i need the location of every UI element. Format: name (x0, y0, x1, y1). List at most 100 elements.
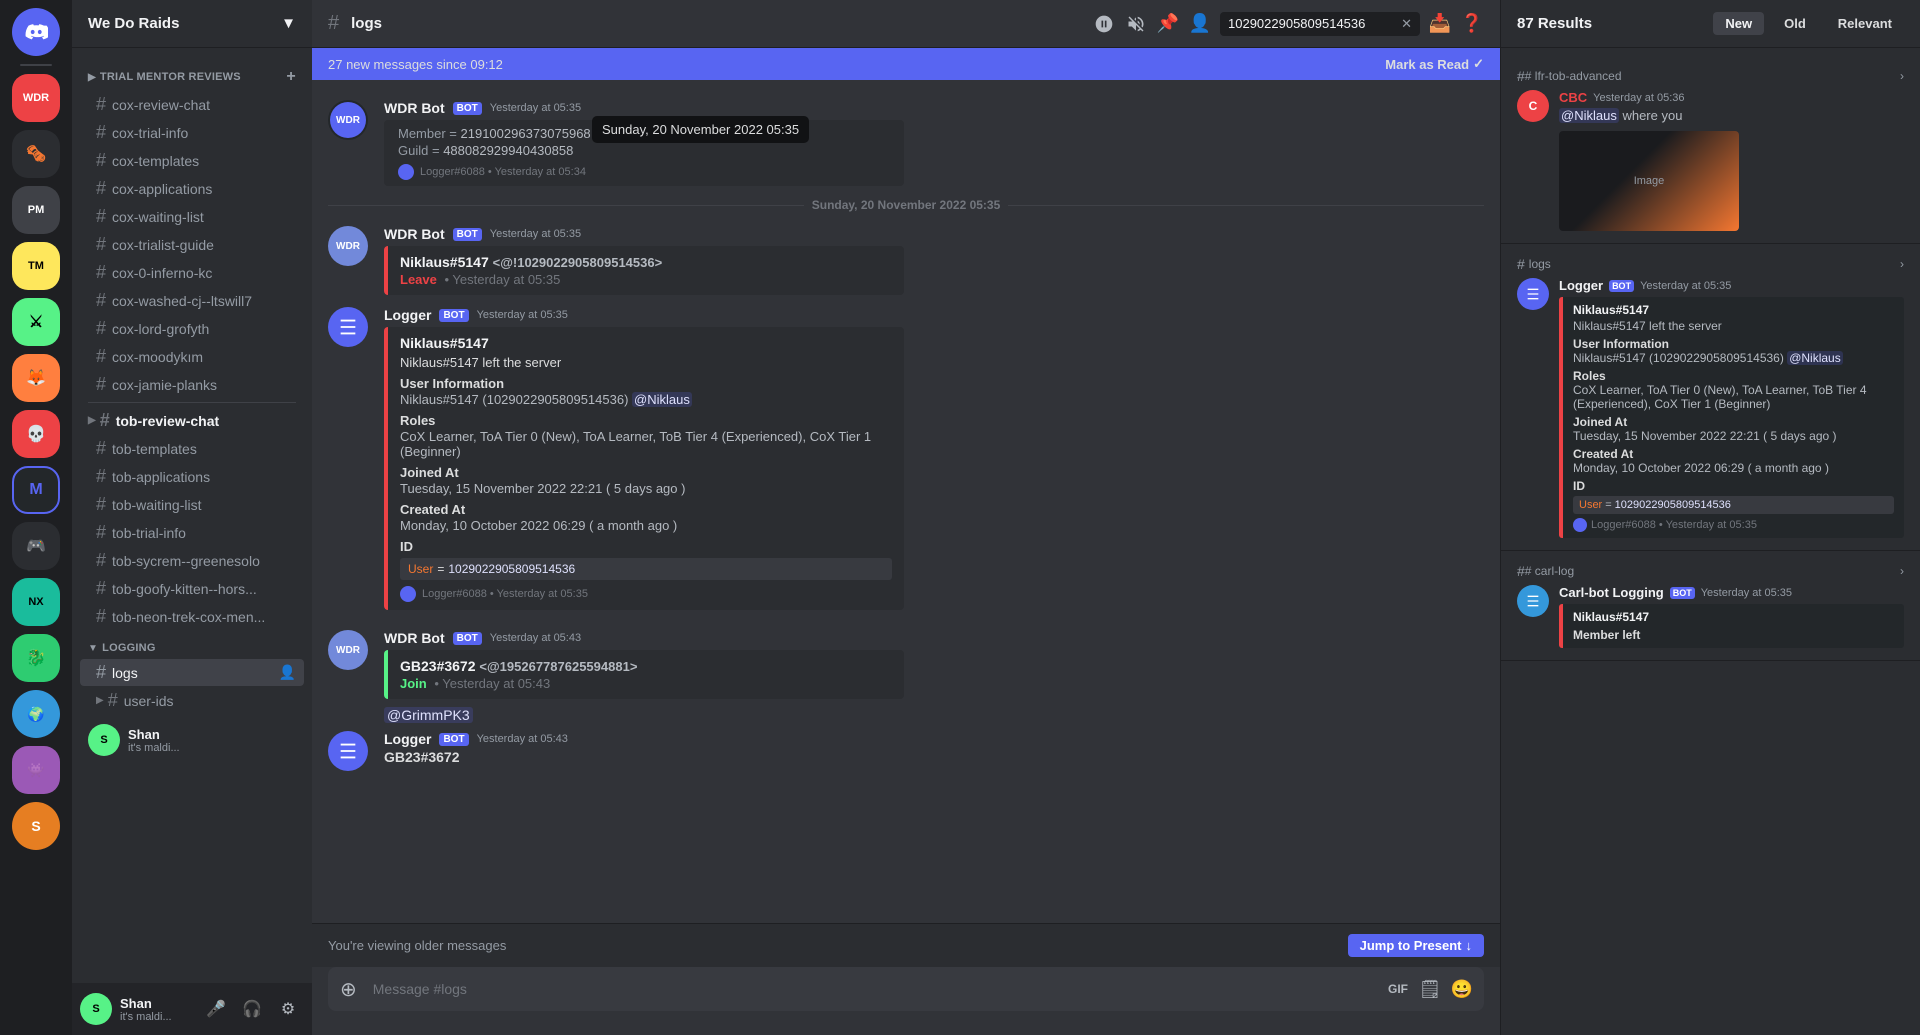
help-icon[interactable]: ❓ (1460, 12, 1484, 36)
server-icon-13[interactable]: 👾 (12, 746, 60, 794)
message-input-field[interactable] (369, 973, 1376, 1005)
server-icon-8[interactable]: M (12, 466, 60, 514)
server-icon-14[interactable]: S (12, 802, 60, 850)
channel-cox-review-chat[interactable]: #cox-review-chat (80, 91, 304, 118)
category-trial-mentor-reviews[interactable]: ▶ TRIAL MENTOR REVIEWS + (72, 64, 312, 90)
emoji-btn[interactable]: 😀 (1448, 975, 1476, 1003)
channel-tob-goofy-kitten[interactable]: #tob-goofy-kitten--hors... (80, 575, 304, 602)
channel-cox-templates[interactable]: #cox-templates (80, 147, 304, 174)
channel-tob-neon-trek[interactable]: #tob-neon-trek-cox-men... (80, 603, 304, 630)
search-clear-btn[interactable]: ✕ (1401, 16, 1412, 32)
filter-relevant-btn[interactable]: Relevant (1826, 12, 1904, 35)
carl-embed: Niklaus#5147 Member left (1559, 604, 1904, 648)
channel-cox-trialist-guide[interactable]: #cox-trialist-guide (80, 231, 304, 258)
server-header[interactable]: We Do Raids ▼ (72, 0, 312, 48)
jump-to-present-btn[interactable]: Jump to Present ↓ (1348, 934, 1484, 957)
channel-cox-0-inferno-kc[interactable]: #cox-0-inferno-kc (80, 259, 304, 286)
wdr-leave-embed-2: Niklaus#5147 <@!1029022905809514536> Lea… (384, 246, 904, 295)
carlbot-avatar (1517, 585, 1549, 617)
channel-tob-waiting-list[interactable]: #tob-waiting-list (80, 491, 304, 518)
member-list-toggle-icon[interactable]: 👤 (1188, 12, 1212, 36)
channel-tob-sycrem[interactable]: #tob-sycrem--greenesolo (80, 547, 304, 574)
settings-button[interactable]: ⚙ (272, 993, 304, 1025)
add-channel-btn[interactable]: + (286, 68, 296, 86)
channel-tob-trial-info[interactable]: #tob-trial-info (80, 519, 304, 546)
server-icon-11[interactable]: 🐉 (12, 634, 60, 682)
server-icon-4[interactable]: TM (12, 242, 60, 290)
niklaus-mention-result: @Niklaus (1559, 108, 1619, 123)
server-icon-1[interactable]: WDR (12, 74, 60, 122)
channel-cox-waiting-list[interactable]: #cox-waiting-list (80, 203, 304, 230)
search-result-lfr-tob[interactable]: # # lfr-tob-advanced › C CBC Yesterday a… (1501, 56, 1920, 244)
message-header-logger-join: Logger BOT Yesterday at 05:43 (384, 731, 1484, 747)
message-author-wdr: WDR Bot (384, 100, 445, 116)
wdr-avatar-3-inner: WDR (328, 630, 368, 670)
hash-icon: # (96, 606, 106, 627)
muted-icon[interactable] (1124, 12, 1148, 36)
wdr-leave-embed: Member = 219100296373075968 Guild = 4880… (384, 120, 904, 186)
search-box[interactable]: 1029022905809514536 ✕ (1220, 12, 1420, 36)
deafen-button[interactable]: 🎧 (236, 993, 268, 1025)
embed-leave-tag: Leave • Yesterday at 05:35 (400, 272, 892, 287)
message-content-logger-join: Logger BOT Yesterday at 05:43 GB23#3672 (384, 731, 1484, 771)
category-label: TRIAL MENTOR REVIEWS (100, 71, 241, 83)
server-separator (20, 64, 52, 66)
message-header-2: WDR Bot BOT Yesterday at 05:35 (384, 226, 1484, 242)
channel-cox-jamie-planks[interactable]: #cox-jamie-planks (80, 371, 304, 398)
id-row: User = 1029022905809514536 (400, 558, 892, 580)
channel-tob-applications[interactable]: #tob-applications (80, 463, 304, 490)
server-icon-6[interactable]: 🦊 (12, 354, 60, 402)
channel-cox-applications[interactable]: #cox-applications (80, 175, 304, 202)
mark-as-read-btn[interactable]: Mark as Read ✓ (1385, 56, 1484, 72)
embed-niklaus-name: Niklaus#5147 <@!1029022905809514536> (400, 254, 892, 270)
channel-user-ids[interactable]: ▶ # user-ids (80, 687, 304, 714)
result-header-logs: Logger BOT Yesterday at 05:35 (1559, 278, 1904, 293)
sticker-btn[interactable]: 🗒 (1416, 975, 1444, 1003)
server-icon-2[interactable]: 🗞 (12, 130, 60, 178)
server-icon-10[interactable]: NX (12, 578, 60, 626)
joined-at-label: Joined At (400, 465, 892, 480)
search-results-list: # # lfr-tob-advanced › C CBC Yesterday a… (1501, 48, 1920, 1035)
channel-cox-lord-grofyth[interactable]: #cox-lord-grofyth (80, 315, 304, 342)
channel-tob-templates[interactable]: #tob-templates (80, 435, 304, 462)
channel-logs[interactable]: # logs 👤 (80, 659, 304, 686)
bot-tag: BOT (453, 102, 482, 115)
channel-cox-moodykım[interactable]: #cox-moodykım (80, 343, 304, 370)
member-list-icon: 👤 (279, 664, 296, 681)
server-icon-9[interactable]: 🎮 (12, 522, 60, 570)
result-created-val: Monday, 10 October 2022 06:29 ( a month … (1573, 461, 1894, 475)
result-header-lfr: CBC Yesterday at 05:36 (1559, 90, 1904, 105)
caret-icon: ▶ (88, 415, 96, 426)
filter-new-btn[interactable]: New (1713, 12, 1764, 35)
server-icon-7[interactable]: 💀 (12, 410, 60, 458)
carlbot-bot-tag: BOT (1670, 587, 1695, 599)
channel-hash-icon: # (328, 12, 339, 35)
caret-icon: ▶ (96, 695, 104, 706)
wdr-bot-avatar-3: WDR (328, 630, 368, 670)
channel-tob-review-chat[interactable]: ▶ # tob-review-chat (80, 407, 304, 434)
result-hash-icon-3: # (1517, 563, 1525, 579)
shan-name: Shan (128, 727, 180, 742)
message-group-grimm: @GrimmPK3 (312, 705, 1500, 725)
inbox-icon[interactable]: 📥 (1428, 12, 1452, 36)
server-icon-12[interactable]: 🌍 (12, 690, 60, 738)
threads-icon[interactable] (1092, 12, 1116, 36)
result-user-info-val: Niklaus#5147 (1029022905809514536) @Nikl… (1573, 351, 1894, 365)
result-channel-carl: # # carl-log › (1517, 563, 1904, 579)
carlbot-timestamp: Yesterday at 05:35 (1701, 587, 1792, 599)
server-icon-3[interactable]: PM (12, 186, 60, 234)
server-icon-5[interactable]: ⚔ (12, 298, 60, 346)
search-result-carl-log[interactable]: # # carl-log › Carl-bot Logging BOT Yest… (1501, 551, 1920, 661)
pin-icon[interactable]: 📌 (1156, 12, 1180, 36)
message-grimm-content: @GrimmPK3 (384, 707, 1484, 723)
category-logging[interactable]: ▼ LOGGING (72, 638, 312, 658)
mute-button[interactable]: 🎤 (200, 993, 232, 1025)
discord-home-icon[interactable] (12, 8, 60, 56)
add-attachment-btn[interactable]: ⊕ (336, 973, 361, 1006)
gif-btn[interactable]: GIF (1384, 975, 1412, 1003)
filter-old-btn[interactable]: Old (1772, 12, 1818, 35)
channel-cox-washed[interactable]: #cox-washed-cj--ltswill7 (80, 287, 304, 314)
channel-cox-trial-info[interactable]: #cox-trial-info (80, 119, 304, 146)
search-result-logs[interactable]: # logs › Logger BOT Yesterday at 05:35 N… (1501, 244, 1920, 551)
hash-icon: # (96, 522, 106, 543)
